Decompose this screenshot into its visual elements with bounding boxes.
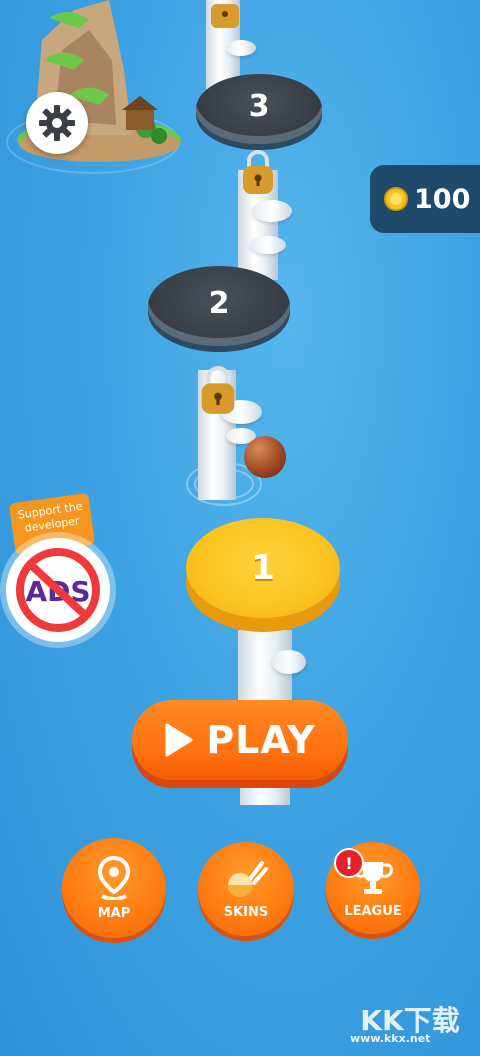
map-button[interactable]: MAP xyxy=(62,838,166,938)
play-button[interactable]: PLAY xyxy=(132,700,348,780)
skins-button[interactable]: SKINS xyxy=(198,842,294,936)
watermark-url: www.kkx.net xyxy=(350,1032,431,1045)
settings-button[interactable] xyxy=(26,92,88,154)
lock-icon xyxy=(201,366,235,414)
coin-icon xyxy=(384,187,408,211)
no-ads-icon: ADS xyxy=(16,548,100,632)
level-number: 1 xyxy=(251,548,275,588)
player-ball xyxy=(244,436,286,478)
level-platform-1[interactable]: 1 xyxy=(186,518,340,618)
coin-amount: 100 xyxy=(414,183,471,215)
play-label: PLAY xyxy=(206,718,316,762)
lock-icon xyxy=(211,4,239,28)
ball-skin-icon xyxy=(228,860,268,897)
league-alert-badge: ! xyxy=(334,848,364,878)
remove-ads-promo[interactable]: Support the developer ADS xyxy=(4,492,116,648)
level-number: 3 xyxy=(248,88,270,124)
map-pin-icon xyxy=(97,855,131,900)
level-platform-2[interactable]: 2 xyxy=(148,266,290,346)
spiral-ramp xyxy=(252,200,292,222)
spiral-ramp xyxy=(226,40,256,56)
no-ads-badge[interactable]: ADS xyxy=(6,538,110,642)
level-platform-3[interactable]: 3 xyxy=(196,74,322,144)
map-label: MAP xyxy=(97,905,131,921)
gear-icon xyxy=(39,105,75,141)
league-label: LEAGUE xyxy=(344,903,402,919)
level-number: 2 xyxy=(208,285,230,321)
skins-label: SKINS xyxy=(223,904,269,920)
spiral-ramp xyxy=(272,650,306,674)
play-icon xyxy=(165,723,193,757)
lock-icon xyxy=(243,150,273,194)
coin-counter[interactable]: 100 xyxy=(370,165,480,233)
spiral-ramp xyxy=(250,236,286,254)
